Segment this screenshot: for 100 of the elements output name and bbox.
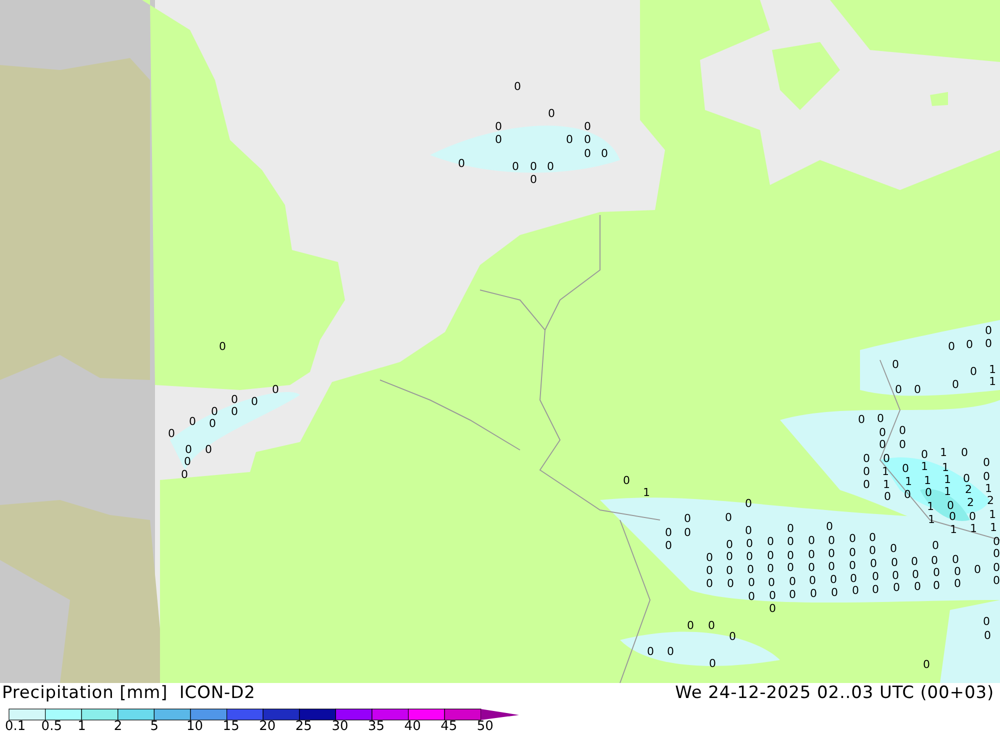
precipitation-value: 0 <box>849 547 856 558</box>
precipitation-value: 0 <box>808 549 815 560</box>
precipitation-value: 0 <box>789 589 796 600</box>
precipitation-value: 2 <box>987 495 994 506</box>
precipitation-value: 0 <box>746 551 753 562</box>
precipitation-value: 0 <box>706 578 713 589</box>
precipitation-value: 0 <box>272 384 279 395</box>
precipitation-value: 0 <box>708 620 715 631</box>
colorbar-tick-label: 1 <box>78 720 86 733</box>
precipitation-value: 0 <box>985 338 992 349</box>
precipitation-value: 0 <box>890 543 897 554</box>
precipitation-value: 0 <box>185 444 192 455</box>
precipitation-value: 2 <box>965 484 972 495</box>
precipitation-value: 0 <box>769 603 776 614</box>
precipitation-value: 0 <box>530 161 537 172</box>
precipitation-value: 0 <box>809 575 816 586</box>
precipitation-value: 0 <box>623 475 630 486</box>
precipitation-value: 1 <box>944 486 951 497</box>
colorbar-tick-label: 20 <box>259 720 276 733</box>
precipitation-value: 0 <box>826 521 833 532</box>
precipitation-value: 0 <box>547 161 554 172</box>
precipitation-value: 0 <box>828 548 835 559</box>
precipitation-value: 1 <box>989 376 996 387</box>
precipitation-value: 0 <box>963 473 970 484</box>
precipitation-value: 0 <box>923 659 930 670</box>
precipitation-value: 0 <box>849 533 856 544</box>
precipitation-value: 0 <box>787 523 794 534</box>
precipitation-value: 0 <box>948 341 955 352</box>
precipitation-value: 0 <box>209 418 216 429</box>
precipitation-value: 0 <box>231 406 238 417</box>
precipitation-value: 0 <box>706 565 713 576</box>
precipitation-value: 1 <box>927 501 934 512</box>
colorbar-tick-label: 40 <box>404 720 421 733</box>
precipitation-value: 0 <box>495 121 502 132</box>
precipitation-value: 0 <box>514 81 521 92</box>
colorbar-tick-label: 25 <box>295 720 312 733</box>
precipitation-value: 0 <box>746 538 753 549</box>
precipitation-value: 0 <box>769 590 776 601</box>
precipitation-value: 0 <box>849 560 856 571</box>
precipitation-value: 0 <box>168 428 175 439</box>
precipitation-value: 1 <box>990 522 997 533</box>
precipitation-value: 0 <box>184 456 191 467</box>
precipitation-value: 0 <box>231 394 238 405</box>
precipitation-value: 0 <box>954 578 961 589</box>
precipitation-value: 0 <box>566 134 573 145</box>
precipitation-value: 1 <box>944 474 951 485</box>
precipitation-value: 0 <box>787 536 794 547</box>
precipitation-value: 0 <box>687 620 694 631</box>
precipitation-value: 0 <box>726 539 733 550</box>
precipitation-value: 0 <box>984 630 991 641</box>
colorbar-tick-label: 15 <box>222 720 240 733</box>
precipitation-value: 1 <box>643 487 650 498</box>
colorbar-tick-label: 35 <box>368 720 385 733</box>
precipitation-value: 0 <box>892 570 899 581</box>
precipitation-value: 0 <box>748 577 755 588</box>
precipitation-value: 0 <box>787 562 794 573</box>
precipitation-value: 0 <box>789 576 796 587</box>
precipitation-value: 0 <box>863 453 870 464</box>
precipitation-value: 1 <box>989 364 996 375</box>
colorbar-tick-label: 0.1 <box>5 720 26 733</box>
precipitation-value: 0 <box>869 532 876 543</box>
precipitation-value: 0 <box>993 562 1000 573</box>
precipitation-value: 0 <box>512 161 519 172</box>
precipitation-value: 0 <box>830 574 837 585</box>
precipitation-value: 0 <box>893 582 900 593</box>
precipitation-value: 0 <box>828 561 835 572</box>
colorbar-tick-label: 30 <box>332 720 348 733</box>
precipitation-value: 0 <box>684 527 691 538</box>
precipitation-value: 0 <box>985 325 992 336</box>
precipitation-value: 0 <box>952 554 959 565</box>
precipitation-value: 0 <box>726 551 733 562</box>
precipitation-value: 0 <box>530 174 537 185</box>
precipitation-value: 0 <box>872 571 879 582</box>
precipitation-value: 0 <box>983 616 990 627</box>
colorbar-tick-label: 10 <box>186 720 204 733</box>
precipitation-value: 0 <box>961 447 968 458</box>
precipitation-value: 0 <box>933 580 940 591</box>
precipitation-value: 0 <box>767 550 774 561</box>
precipitation-value: 0 <box>921 449 928 460</box>
precipitation-value: 0 <box>684 513 691 524</box>
precipitation-value: 1 <box>970 523 977 534</box>
precipitation-value: 0 <box>947 500 954 511</box>
precipitation-value: 1 <box>985 483 992 494</box>
precipitation-value: 0 <box>787 550 794 561</box>
precipitation-value: 0 <box>748 591 755 602</box>
precipitation-value: 0 <box>584 148 591 159</box>
precipitation-value: 0 <box>863 479 870 490</box>
precipitation-value: 0 <box>879 427 886 438</box>
precipitation-value: 1 <box>924 475 931 486</box>
precipitation-value: 0 <box>852 585 859 596</box>
precipitation-value: 0 <box>877 413 884 424</box>
precipitation-value: 0 <box>767 536 774 547</box>
colorbar-tick-label: 45 <box>440 720 458 733</box>
precipitation-value: 0 <box>879 439 886 450</box>
precipitation-value: 0 <box>952 379 959 390</box>
precipitation-value: 1 <box>940 447 947 458</box>
precipitation-value: 0 <box>970 366 977 377</box>
precipitation-value: 0 <box>725 512 732 523</box>
precipitation-value: 0 <box>891 557 898 568</box>
precipitation-value: 0 <box>870 558 877 569</box>
